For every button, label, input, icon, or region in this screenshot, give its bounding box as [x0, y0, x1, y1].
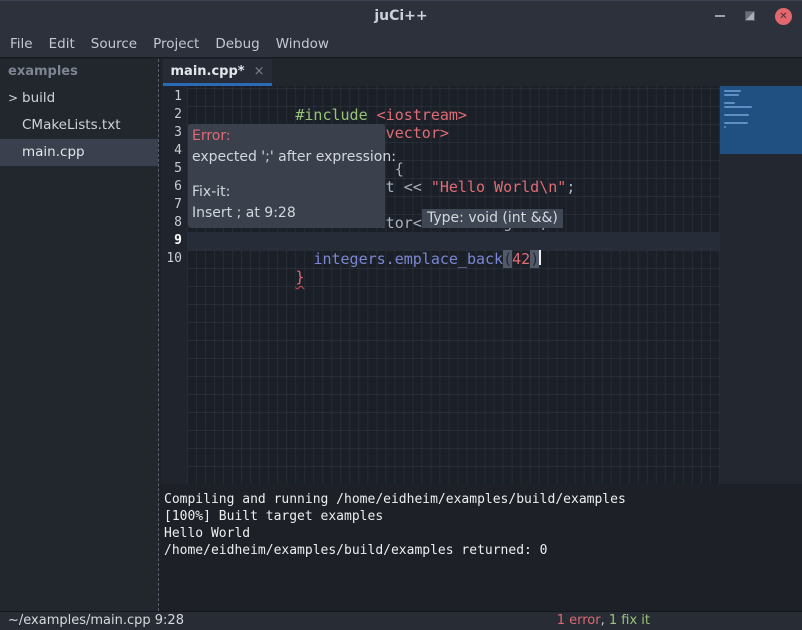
line-number: 1 — [161, 88, 187, 106]
titlebar[interactable]: juCi++ ✕ — [0, 0, 802, 30]
tab-maincpp[interactable]: main.cpp* × — [163, 59, 272, 86]
tree-item-cmakelists[interactable]: CMakeLists.txt — [0, 112, 158, 139]
statusbar: ~/examples/main.cpp 9:28 1 error, 1 fix … — [0, 611, 802, 630]
line-number-current: 9 — [161, 232, 187, 250]
line-number: 8 — [161, 214, 187, 232]
tabbar: main.cpp* × — [161, 59, 802, 86]
terminal-line: Compiling and running /home/eidheim/exam… — [164, 491, 802, 508]
tree-item-build[interactable]: > build — [0, 85, 158, 112]
line-number: 3 — [161, 124, 187, 142]
tree-item-label: CMakeLists.txt — [22, 117, 121, 133]
window-title: juCi++ — [0, 1, 802, 31]
terminal-line: Hello World — [164, 525, 802, 542]
minimap-slider[interactable] — [720, 86, 802, 154]
project-name: examples — [0, 59, 158, 85]
tree-item-label: build — [22, 90, 55, 106]
source-editor[interactable]: 1 2 3 4 5 6 7 8 9 10 #include <iostream> — [161, 86, 802, 484]
line-number: 2 — [161, 106, 187, 124]
error-tooltip: Error: expected ';' after expression: Fi… — [188, 124, 385, 228]
tooltip-error-title: Error: — [192, 126, 381, 147]
line-number: 4 — [161, 142, 187, 160]
tree-item-label: main.cpp — [22, 144, 85, 160]
terminal-line: /home/eidheim/examples/build/examples re… — [164, 542, 802, 559]
menu-file[interactable]: File — [2, 30, 41, 58]
fixit-count: 1 fix it — [609, 613, 650, 628]
main-content: examples > build CMakeLists.txt main.cpp… — [0, 59, 802, 611]
terminal-output[interactable]: Compiling and running /home/eidheim/exam… — [161, 489, 802, 611]
chevron-right-icon[interactable]: > — [8, 85, 18, 112]
editor-pane: main.cpp* × 1 2 3 4 5 6 7 8 9 10 — [161, 59, 802, 611]
status-diagnostics: 1 error, 1 fix it — [557, 612, 650, 630]
menubar: File Edit Source Project Debug Window — [0, 30, 802, 58]
error-count: 1 error — [557, 613, 601, 628]
tooltip-fixit-text: Insert ; at 9:28 — [192, 203, 381, 224]
tab-close-icon[interactable]: × — [254, 64, 265, 79]
menu-project[interactable]: Project — [145, 30, 207, 58]
minimap-line — [724, 102, 735, 104]
line-number: 10 — [161, 250, 187, 268]
menu-edit[interactable]: Edit — [41, 30, 83, 58]
close-icon[interactable]: ✕ — [775, 8, 792, 25]
line-number: 6 — [161, 178, 187, 196]
tree-item-maincpp[interactable]: main.cpp — [0, 139, 158, 166]
type-tooltip: Type: void (int &&) — [422, 209, 563, 228]
minimap-line — [724, 94, 739, 96]
menu-debug[interactable]: Debug — [207, 30, 267, 58]
terminal-line: [100%] Built target examples — [164, 508, 802, 525]
line-number: 7 — [161, 196, 187, 214]
minimap-line — [724, 122, 748, 124]
line-number-gutter: 1 2 3 4 5 6 7 8 9 10 — [161, 86, 187, 484]
code-line: #include <iostream> — [187, 88, 720, 106]
text-cursor — [539, 250, 541, 265]
menu-source[interactable]: Source — [83, 30, 145, 58]
tooltip-fixit-title: Fix-it: — [192, 182, 381, 203]
minimap[interactable] — [720, 86, 802, 484]
menu-window[interactable]: Window — [268, 30, 337, 58]
line-number: 5 — [161, 160, 187, 178]
restore-icon[interactable] — [745, 11, 755, 21]
file-tree-sidebar: examples > build CMakeLists.txt main.cpp — [0, 59, 158, 611]
minimap-line — [724, 126, 726, 128]
application-window: juCi++ ✕ File Edit Source Project Debug … — [0, 0, 802, 630]
tooltip-error-message: expected ';' after expression: — [192, 147, 381, 168]
minimize-icon[interactable] — [715, 15, 725, 17]
status-file-location: ~/examples/main.cpp 9:28 — [8, 612, 184, 630]
minimap-line — [724, 90, 741, 92]
tab-label: main.cpp* — [171, 64, 245, 79]
minimap-line — [724, 114, 749, 116]
minimap-line — [724, 106, 752, 108]
window-controls: ✕ — [715, 1, 792, 31]
